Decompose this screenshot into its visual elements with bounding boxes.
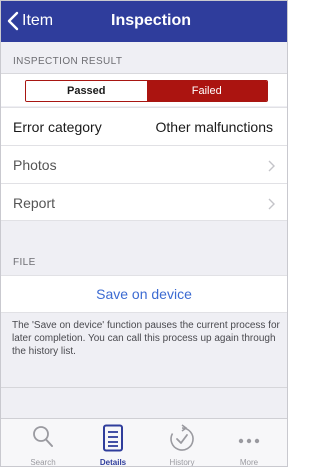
error-category-value: Other malfunctions [155, 119, 274, 135]
failed-segment[interactable]: Failed [146, 81, 267, 101]
tab-details-label: Details [99, 458, 127, 467]
inspection-result-container: Passed Failed [1, 73, 287, 106]
tab-bar: Search Details History More [1, 418, 287, 466]
app-screen: Item Inspection INSPECTION RESULT Passed… [0, 0, 288, 467]
back-label: Item [22, 12, 54, 29]
report-label: Report [13, 195, 56, 211]
chevron-left-icon [7, 11, 19, 31]
history-icon [169, 424, 195, 457]
page-title: Inspection [111, 12, 192, 29]
tab-search-label: Search [30, 458, 56, 467]
error-category-label: Error category [13, 119, 102, 135]
tab-more-label: More [239, 458, 259, 467]
inspection-result-header: INSPECTION RESULT [13, 56, 123, 67]
tab-history-label: History [169, 458, 195, 467]
tab-history[interactable]: History [152, 422, 212, 466]
file-header: FILE [13, 257, 36, 268]
navigation-bar: Item Inspection [1, 1, 287, 42]
save-row: Save on device [1, 275, 287, 313]
divider [1, 387, 287, 388]
chevron-right-icon [268, 197, 275, 215]
chevron-right-icon [268, 159, 275, 177]
details-icon [102, 424, 124, 457]
tab-more[interactable]: More [219, 422, 279, 466]
photos-label: Photos [13, 157, 57, 173]
error-category-row[interactable]: Error category Other malfunctions [1, 107, 287, 145]
inspection-result-segmented-control: Passed Failed [25, 80, 268, 102]
save-on-device-button[interactable]: Save on device [1, 276, 287, 312]
tab-search[interactable]: Search [13, 422, 73, 466]
search-icon [31, 424, 55, 455]
save-help-text: The 'Save on device' function pauses the… [12, 320, 280, 357]
photos-row[interactable]: Photos [1, 145, 287, 183]
back-button[interactable]: Item [7, 9, 53, 33]
report-row[interactable]: Report [1, 183, 287, 221]
passed-segment[interactable]: Passed [26, 81, 147, 101]
more-icon [238, 432, 260, 450]
tab-details[interactable]: Details [83, 422, 143, 466]
